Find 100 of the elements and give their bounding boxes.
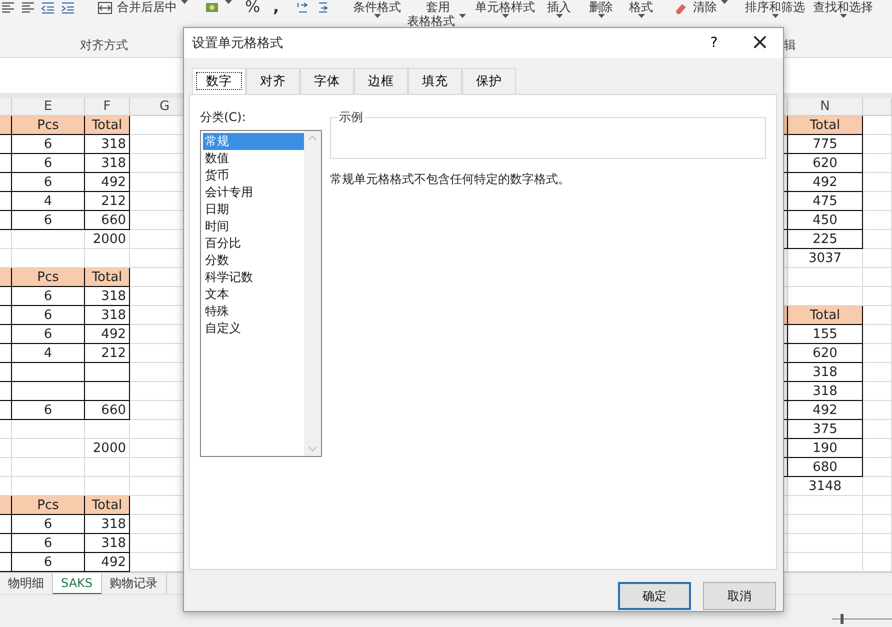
percent-button[interactable]: % — [245, 0, 260, 14]
table-cell — [0, 382, 12, 401]
header-cell: Total — [85, 496, 130, 515]
dialog-tab[interactable]: 填充 — [408, 68, 462, 94]
table-cell: 375 — [788, 420, 863, 439]
dialog-tab[interactable]: 保护 — [462, 68, 516, 94]
table-cell — [863, 249, 892, 268]
header-cell: Pcs — [12, 268, 85, 287]
table-cell: 6 — [12, 287, 85, 306]
table-cell: 318 — [85, 154, 130, 173]
category-item[interactable]: 文本 — [203, 286, 304, 303]
table-cell: 492 — [788, 173, 863, 192]
decrease-indent-icon[interactable] — [40, 0, 56, 16]
cancel-button[interactable]: 取消 — [703, 582, 776, 610]
category-item[interactable]: 科学记数 — [203, 269, 304, 286]
header-cell: Total — [85, 116, 130, 135]
header-cell — [0, 496, 12, 515]
close-button[interactable]: × — [743, 29, 777, 57]
ribbon-command[interactable]: 删除 — [589, 0, 613, 19]
table-cell — [863, 173, 892, 192]
caret-icon — [181, 0, 188, 5]
ribbon-command[interactable]: 单元格样式 — [475, 0, 535, 19]
ribbon-command[interactable]: 格式 — [629, 0, 653, 19]
header-cell: Total — [85, 268, 130, 287]
sample-label: 示例 — [337, 109, 365, 126]
table-cell — [863, 534, 892, 553]
table-cell — [863, 363, 892, 382]
header-cell: Total — [788, 306, 863, 325]
category-item[interactable]: 特殊 — [203, 303, 304, 320]
table-cell: 6 — [12, 401, 85, 420]
category-item[interactable]: 数值 — [203, 150, 304, 167]
comma-button[interactable]: , — [273, 0, 280, 14]
group-label: 对齐方式 — [80, 37, 128, 54]
table-cell: 212 — [85, 344, 130, 363]
ribbon-command[interactable]: 插入 — [547, 0, 571, 19]
merge-center-button[interactable]: 合并后居中 — [117, 0, 177, 14]
caret-icon — [556, 14, 562, 19]
table-cell — [85, 363, 130, 382]
category-item[interactable]: 日期 — [203, 201, 304, 218]
header-cell: Total — [788, 116, 863, 135]
category-list[interactable]: 常规 数值 货币 会计专用 日期 时间 百分比 分数 科学记数 文本 特殊 自定义 — [200, 130, 322, 457]
table-cell — [863, 268, 892, 287]
table-cell — [863, 287, 892, 306]
table-cell: 6 — [12, 306, 85, 325]
table-cell: 225 — [788, 230, 863, 249]
category-item[interactable]: 分数 — [203, 252, 304, 269]
caret-icon — [721, 0, 728, 5]
column-header[interactable]: N — [788, 98, 863, 115]
table-cell — [0, 458, 12, 477]
column-header[interactable]: E — [12, 98, 85, 115]
table-cell: 6 — [12, 173, 85, 192]
help-button[interactable]: ? — [699, 35, 729, 51]
ok-button[interactable]: 确定 — [618, 582, 691, 610]
table-cell — [863, 420, 892, 439]
caret-icon — [598, 14, 604, 19]
table-cell — [863, 515, 892, 534]
table-cell — [0, 154, 12, 173]
table-cell: 3037 — [788, 249, 863, 268]
sheet-tab[interactable]: SAKS — [53, 573, 102, 595]
table-cell — [863, 477, 892, 496]
dialog-tab[interactable]: 对齐 — [246, 68, 300, 94]
table-cell — [863, 230, 892, 249]
ribbon-command[interactable]: 套用 表格格式 — [407, 0, 469, 28]
dialog-tab[interactable]: 数字 — [192, 68, 246, 94]
column-header[interactable]: F — [85, 98, 130, 115]
table-cell: 318 — [788, 382, 863, 401]
table-cell: 660 — [85, 211, 130, 230]
table-cell: 492 — [85, 173, 130, 192]
table-cell — [0, 306, 12, 325]
category-label: 分类(C): — [200, 109, 247, 126]
header-cell — [0, 268, 12, 287]
table-cell: 475 — [788, 192, 863, 211]
category-item[interactable]: 货币 — [203, 167, 304, 184]
table-cell: 318 — [85, 306, 130, 325]
zoom-slider[interactable] — [832, 613, 892, 625]
clear-button[interactable]: 清除 — [693, 0, 717, 14]
dialog-tab[interactable]: 边框 — [354, 68, 408, 94]
table-cell: 318 — [85, 135, 130, 154]
table-cell — [863, 325, 892, 344]
header-cell: Pcs — [12, 116, 85, 135]
increase-indent-icon[interactable] — [60, 0, 76, 16]
table-cell — [863, 382, 892, 401]
table-cell: 620 — [788, 154, 863, 173]
merge-cells-icon[interactable] — [97, 0, 113, 16]
table-cell — [0, 135, 12, 154]
table-cell: 6 — [12, 154, 85, 173]
format-description: 常规单元格格式不包含任何特定的数字格式。 — [330, 171, 571, 188]
category-item[interactable]: 会计专用 — [203, 184, 304, 201]
table-cell: 620 — [788, 344, 863, 363]
dialog-tab[interactable]: 字体 — [300, 68, 354, 94]
category-item[interactable]: 时间 — [203, 218, 304, 235]
ribbon-command[interactable]: 条件格式 — [353, 0, 401, 19]
table-cell: 155 — [788, 325, 863, 344]
find-select-button[interactable]: 查找和选择 — [813, 0, 873, 14]
table-cell: 660 — [85, 401, 130, 420]
table-cell: 450 — [788, 211, 863, 230]
category-item[interactable]: 百分比 — [203, 235, 304, 252]
sort-filter-button[interactable]: 排序和筛选 — [745, 0, 805, 14]
table-cell: 318 — [788, 363, 863, 382]
category-item[interactable]: 自定义 — [203, 320, 304, 337]
